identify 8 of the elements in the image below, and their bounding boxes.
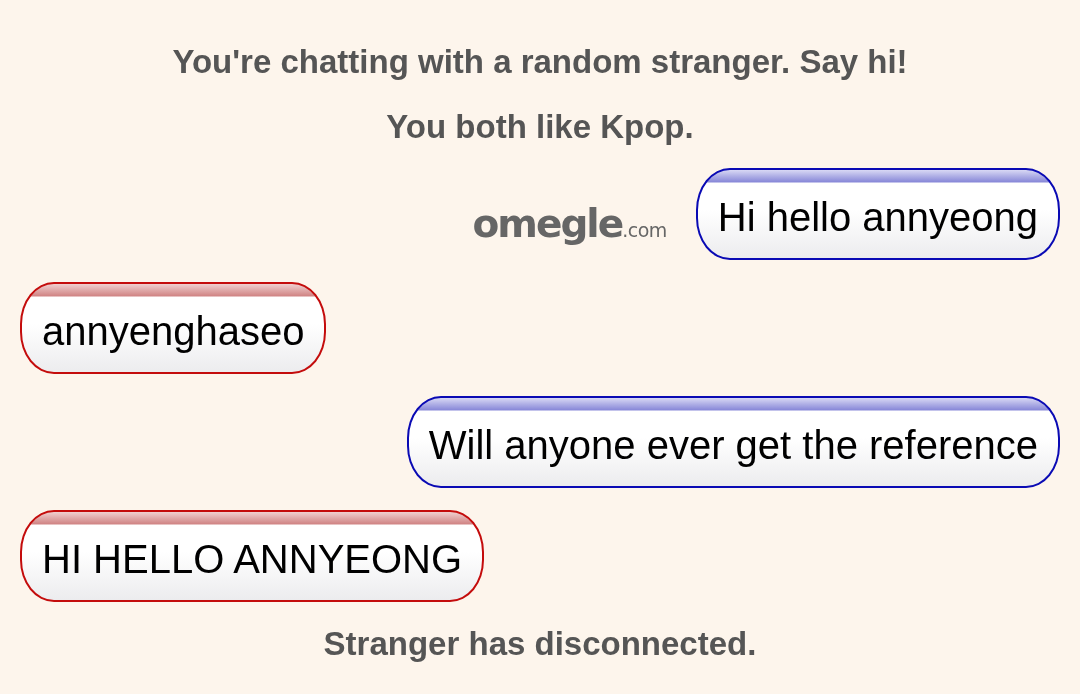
sent-message-bubble: Hi hello annyeong [695, 168, 1060, 260]
received-message-bubble: HI HELLO ANNYEONG [20, 510, 485, 602]
status-message: Stranger has disconnected. [323, 624, 757, 664]
omegle-logo: omegle.com [472, 204, 667, 248]
status-message: You both like Kpop. [386, 107, 694, 147]
received-message-bubble: annyenghaseo [20, 282, 327, 374]
sent-message-bubble: Will anyone ever get the reference [406, 396, 1060, 488]
status-message: You're chatting with a random stranger. Say hi! [172, 42, 908, 82]
